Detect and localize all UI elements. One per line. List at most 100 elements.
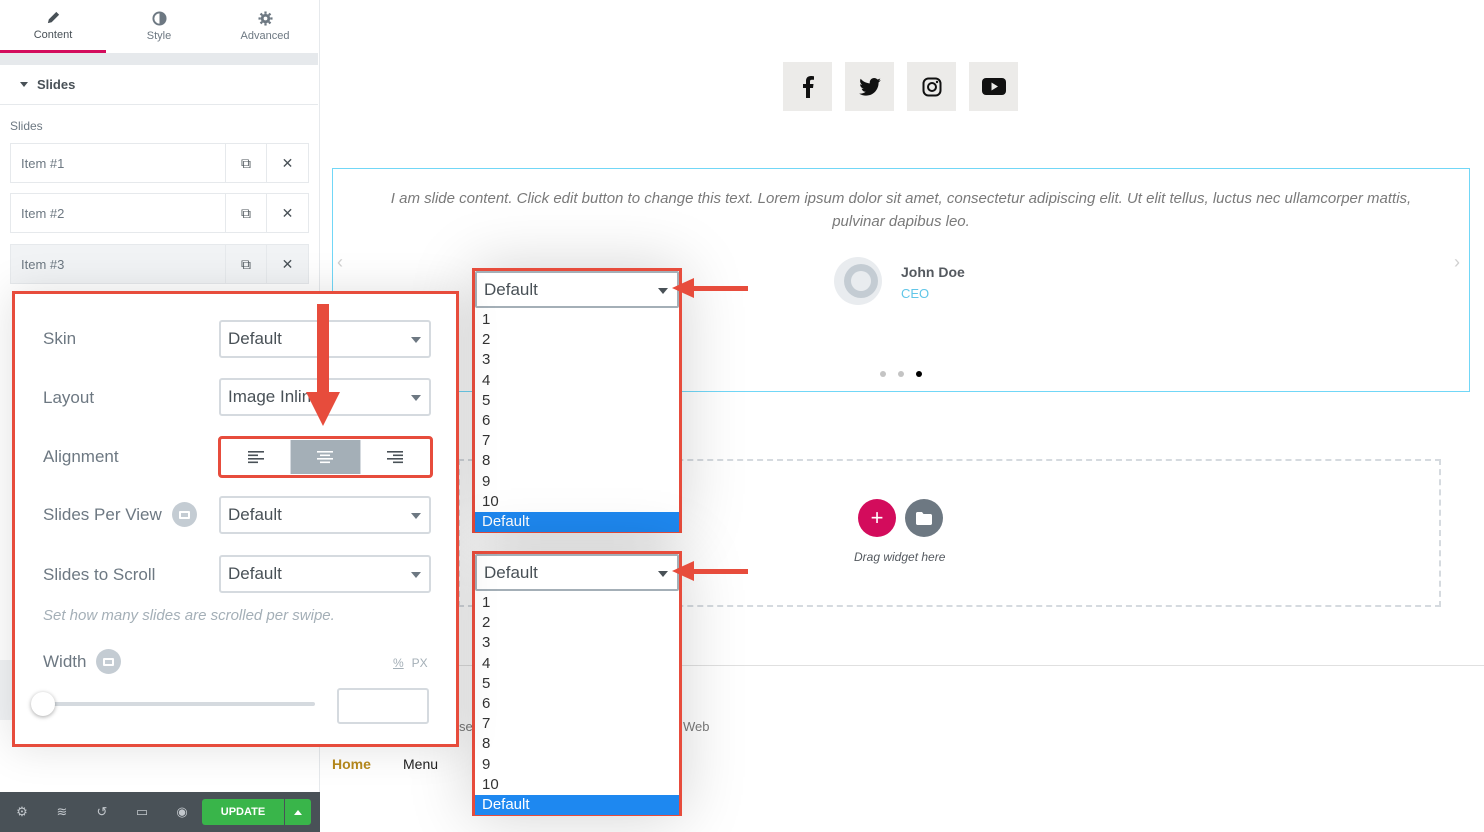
dropdown-selected-label: Default	[484, 279, 538, 299]
skin-label: Skin	[43, 329, 77, 348]
dropdown-current-value[interactable]: Default	[475, 271, 679, 308]
template-library-button[interactable]	[905, 499, 943, 537]
dropdown-option[interactable]: 2	[475, 613, 679, 633]
dropdown-option[interactable]: 3	[475, 350, 679, 370]
dropdown-option[interactable]: 8	[475, 734, 679, 754]
chevron-down-icon	[658, 288, 668, 294]
slides-to-scroll-select[interactable]: Default	[219, 555, 431, 593]
duplicate-icon[interactable]: ⧉	[226, 144, 267, 182]
align-right-button[interactable]	[360, 440, 429, 474]
desktop-icon[interactable]	[171, 502, 197, 527]
menu-link-home[interactable]: Home	[332, 756, 371, 772]
update-options-button[interactable]	[285, 799, 311, 825]
unit-percent[interactable]: %	[393, 656, 404, 670]
update-button[interactable]: UPDATE	[202, 799, 284, 825]
twitter-icon[interactable]	[845, 62, 894, 111]
preview-icon[interactable]: ◉	[162, 792, 202, 832]
carousel-dot[interactable]	[898, 371, 904, 377]
testimonial-name: John Doe	[901, 264, 965, 280]
align-center-icon	[317, 451, 334, 464]
slides-to-scroll-dropdown[interactable]: Default 1 2 3 4 5 6 7 8 9 10 Default	[472, 551, 682, 816]
add-section-button[interactable]: +	[858, 499, 896, 537]
dropdown-current-value[interactable]: Default	[475, 554, 679, 591]
dropdown-option[interactable]: 3	[475, 633, 679, 653]
dropdown-option[interactable]: 4	[475, 371, 679, 391]
dropdown-option-selected[interactable]: Default	[475, 794, 679, 816]
dropdown-option[interactable]: 7	[475, 431, 679, 451]
dropdown-option-selected[interactable]: Default	[475, 511, 679, 533]
gear-icon	[257, 11, 273, 26]
duplicate-icon[interactable]: ⧉	[226, 194, 267, 232]
width-input[interactable]	[337, 688, 429, 724]
repeater-item[interactable]: Item #3 ⧉ ✕	[10, 244, 309, 284]
carousel-next-icon[interactable]: ›	[1454, 252, 1460, 273]
facebook-icon[interactable]	[783, 62, 832, 111]
tab-label: Advanced	[240, 30, 290, 42]
chevron-down-icon	[411, 572, 421, 578]
repeater-item[interactable]: Item #1 ⧉ ✕	[10, 143, 309, 183]
settings-icon[interactable]: ⚙	[2, 792, 42, 832]
width-slider-handle[interactable]	[31, 692, 55, 716]
tab-advanced[interactable]: Advanced	[212, 0, 318, 53]
dropdown-option[interactable]: 9	[475, 755, 679, 775]
dropdown-option[interactable]: 4	[475, 654, 679, 674]
dropdown-option[interactable]: 5	[475, 674, 679, 694]
alignment-label: Alignment	[43, 447, 119, 466]
desktop-icon[interactable]	[96, 649, 122, 674]
dropdown-option[interactable]: 6	[475, 411, 679, 431]
pencil-icon	[47, 11, 59, 23]
carousel-dot-active[interactable]	[916, 371, 922, 377]
instagram-icon[interactable]	[907, 62, 956, 111]
chevron-down-icon	[658, 571, 668, 577]
menu-link-menu[interactable]: Menu	[403, 756, 438, 772]
chevron-down-icon	[411, 513, 421, 519]
chevron-down-icon	[411, 395, 421, 401]
annotation-arrow	[688, 286, 748, 291]
align-right-icon	[386, 451, 403, 464]
tab-separator	[0, 53, 318, 65]
repeater-item-title[interactable]: Item #1	[11, 144, 226, 182]
navigator-icon[interactable]: ≋	[42, 792, 82, 832]
carousel-prev-icon[interactable]: ‹	[337, 252, 343, 273]
slides-per-view-dropdown[interactable]: Default 1 2 3 4 5 6 7 8 9 10 Default	[472, 268, 682, 533]
repeater-item[interactable]: Item #2 ⧉ ✕	[10, 193, 309, 233]
close-icon[interactable]: ✕	[267, 245, 308, 283]
section-toggle-slides[interactable]: Slides	[0, 65, 318, 105]
dropdown-option[interactable]: 1	[475, 593, 679, 613]
dropdown-option[interactable]: 2	[475, 330, 679, 350]
dropdown-option[interactable]: 5	[475, 391, 679, 411]
width-row: Width	[43, 649, 122, 674]
dropdown-option[interactable]: 7	[475, 714, 679, 734]
duplicate-icon[interactable]: ⧉	[226, 245, 267, 283]
contrast-icon	[151, 11, 167, 26]
repeater-item-title[interactable]: Item #3	[11, 245, 226, 283]
dropdown-option[interactable]: 8	[475, 451, 679, 471]
testimonial-quote: I am slide content. Click edit button to…	[390, 190, 1412, 230]
dropdown-options: 1 2 3 4 5 6 7 8 9 10 Default	[475, 591, 679, 816]
dropdown-option[interactable]: 9	[475, 472, 679, 492]
repeater-item-title[interactable]: Item #2	[11, 194, 226, 232]
carousel-dot[interactable]	[880, 371, 886, 377]
close-icon[interactable]: ✕	[267, 144, 308, 182]
dropdown-option[interactable]: 6	[475, 694, 679, 714]
slides-per-view-select[interactable]: Default	[219, 496, 431, 534]
footer-text-fragment: Web	[683, 719, 710, 734]
align-center-button[interactable]	[291, 440, 361, 474]
slides-to-scroll-description: Set how many slides are scrolled per swi…	[43, 607, 335, 624]
tab-content[interactable]: Content	[0, 0, 106, 53]
align-left-button[interactable]	[222, 440, 292, 474]
width-slider-track[interactable]	[43, 702, 315, 706]
align-left-icon	[248, 451, 265, 464]
history-icon[interactable]: ↺	[82, 792, 122, 832]
dropdown-option[interactable]: 10	[475, 492, 679, 512]
tab-style[interactable]: Style	[106, 0, 212, 53]
slides-per-view-row: Slides Per View	[43, 502, 197, 527]
dropdown-option[interactable]: 10	[475, 775, 679, 795]
unit-px[interactable]: PX	[412, 656, 428, 670]
close-icon[interactable]: ✕	[267, 194, 308, 232]
dropdown-option[interactable]: 1	[475, 310, 679, 330]
caret-up-icon	[294, 809, 302, 815]
panel-tabs: Content Style Advanced	[0, 0, 318, 53]
youtube-icon[interactable]	[969, 62, 1018, 111]
responsive-mode-icon[interactable]: ▭	[122, 792, 162, 832]
